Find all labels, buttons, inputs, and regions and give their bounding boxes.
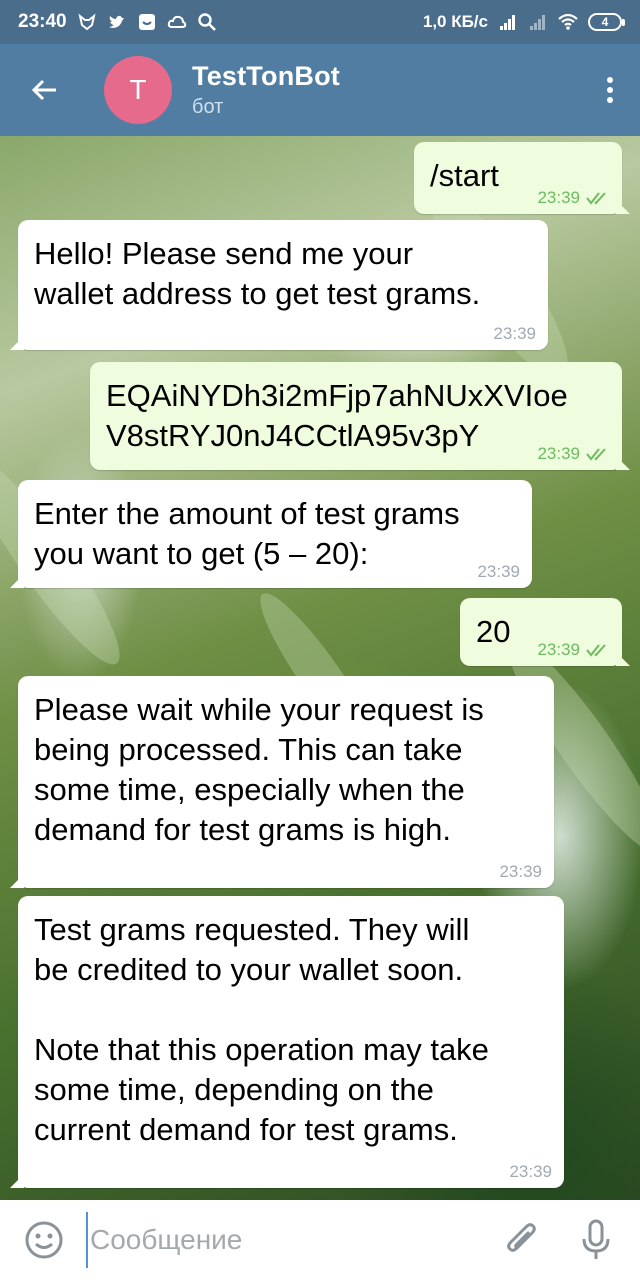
message-meta: 23:39	[537, 444, 610, 464]
message-meta: 23:39	[499, 862, 542, 882]
status-left: 23:40	[18, 11, 217, 33]
chat-title: TestTonBot	[192, 61, 340, 91]
network-speed: 1,0 КБ/с	[422, 12, 488, 31]
back-button[interactable]	[0, 44, 90, 136]
message-input[interactable]	[86, 1212, 476, 1268]
microphone-icon	[582, 1219, 610, 1259]
message-meta: 23:39	[493, 324, 536, 344]
chat-header: T TestTonBot бот	[0, 44, 640, 136]
message-time: 23:39	[537, 640, 580, 659]
chat-subtitle: бот	[192, 96, 224, 118]
attach-button[interactable]	[494, 1212, 550, 1268]
wifi-icon	[558, 12, 578, 32]
message-time: 23:39	[477, 562, 520, 581]
message-incoming[interactable]: Hello! Please send me your wallet addres…	[10, 220, 548, 350]
chat-background: /start 23:39 Hello! Please send me your …	[0, 136, 640, 1200]
message-meta: 23:39	[537, 640, 610, 660]
message-outgoing[interactable]: /start 23:39	[414, 142, 630, 214]
paperclip-icon	[507, 1223, 536, 1252]
status-bar: 23:40 1,0 КБ/с 4	[0, 0, 640, 44]
message-outgoing[interactable]: EQAiNYDh3i2mFjp7ahNUxXVIoe V8stRYJ0nJ4CC…	[90, 362, 630, 470]
menu-button[interactable]	[580, 44, 640, 136]
message-time: 23:39	[493, 324, 536, 343]
chat-notification-icon	[137, 12, 157, 32]
search-icon	[197, 12, 217, 32]
smile-icon	[25, 1221, 63, 1259]
message-meta: 23:39	[477, 562, 520, 582]
fox-notification-icon	[77, 12, 97, 32]
arrow-back-icon	[31, 79, 56, 101]
double-check-icon	[586, 448, 606, 461]
battery-icon: 4	[588, 13, 625, 31]
signal-weak-icon	[528, 12, 548, 32]
message-time: 23:39	[509, 1162, 552, 1181]
double-check-icon	[586, 192, 606, 205]
message-incoming[interactable]: Please wait while your request is being …	[10, 676, 554, 888]
twitter-icon	[107, 12, 127, 32]
message-input-bar	[0, 1200, 640, 1280]
message-time: 23:39	[499, 862, 542, 881]
status-time: 23:40	[18, 11, 67, 32]
message-text: Test grams requested. They will be credi…	[34, 912, 489, 1147]
message-text: Please wait while your request is being …	[34, 692, 484, 847]
chat-titles[interactable]: TestTonBot бот	[192, 61, 340, 119]
message-incoming[interactable]: Test grams requested. They will be credi…	[10, 896, 564, 1188]
status-right: 1,0 КБ/с 4	[422, 12, 625, 32]
double-check-icon	[586, 644, 606, 657]
message-time: 23:39	[537, 444, 580, 463]
message-text: EQAiNYDh3i2mFjp7ahNUxXVIoe V8stRYJ0nJ4CC…	[106, 378, 568, 453]
avatar[interactable]: T	[104, 56, 172, 124]
cloud-icon	[167, 12, 187, 32]
message-meta: 23:39	[509, 1162, 552, 1182]
more-vertical-icon	[607, 77, 613, 103]
emoji-button[interactable]	[16, 1212, 72, 1268]
message-text: Hello! Please send me your wallet addres…	[34, 236, 481, 311]
avatar-letter: T	[129, 74, 147, 105]
message-incoming[interactable]: Enter the amount of test grams you want …	[10, 480, 532, 588]
message-outgoing[interactable]: 20 23:39	[460, 598, 630, 666]
message-meta: 23:39	[537, 188, 610, 208]
signal-icon	[498, 12, 518, 32]
microphone-button[interactable]	[568, 1212, 624, 1268]
message-text: Enter the amount of test grams you want …	[34, 496, 460, 571]
message-time: 23:39	[537, 188, 580, 207]
